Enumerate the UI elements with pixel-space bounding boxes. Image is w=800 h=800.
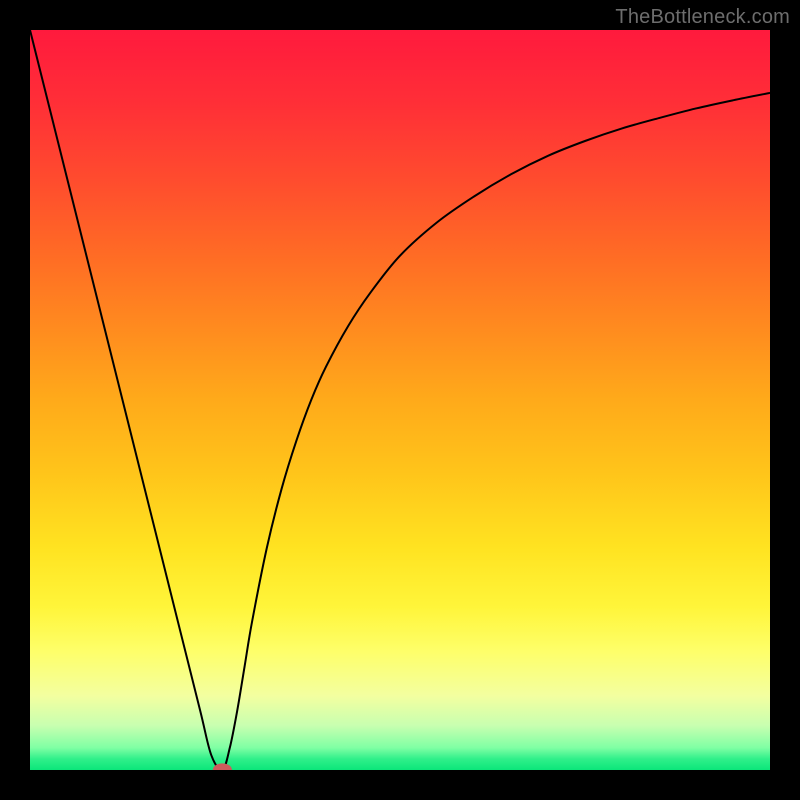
gradient-background [30, 30, 770, 770]
watermark-text: TheBottleneck.com [615, 6, 790, 29]
chart-frame: TheBottleneck.com [0, 0, 800, 800]
plot-area [30, 30, 770, 770]
plot-svg [30, 30, 770, 770]
